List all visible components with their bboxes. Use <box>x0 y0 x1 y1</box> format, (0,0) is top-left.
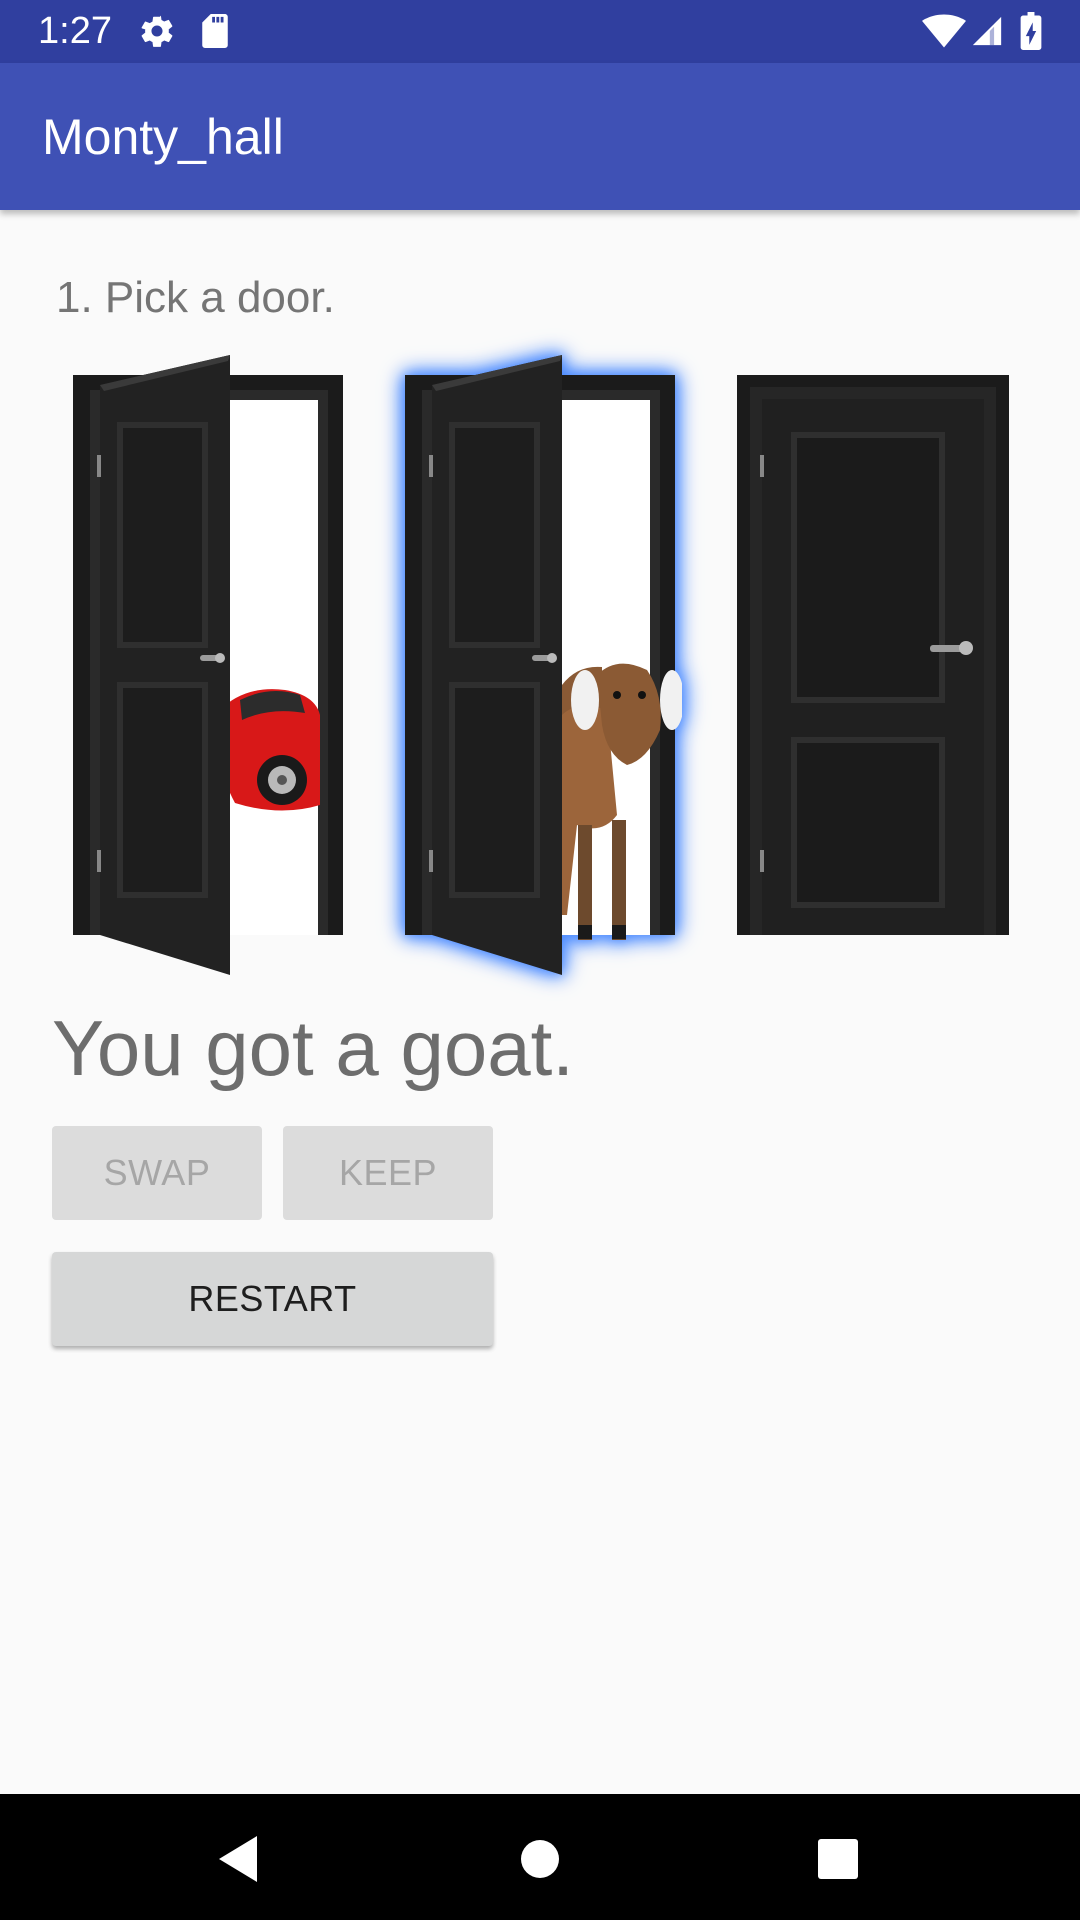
status-time: 1:27 <box>38 10 112 52</box>
app-title: Monty_hall <box>42 109 284 165</box>
door-open-goat-icon <box>405 355 682 975</box>
screen: 1:27 Monty_hall 1. Pick a door. You got … <box>0 0 1080 1920</box>
swap-button[interactable]: SWAP <box>52 1126 262 1220</box>
door-2[interactable] <box>402 355 682 975</box>
door-3[interactable] <box>734 355 1014 975</box>
settings-icon <box>138 12 176 55</box>
door-closed-icon <box>737 375 1009 935</box>
door-1[interactable] <box>70 355 350 975</box>
cell-signal-icon <box>970 14 1004 53</box>
battery-charging-icon <box>1020 12 1042 55</box>
sd-card-icon <box>198 12 232 55</box>
door-open-car-icon <box>73 355 343 975</box>
instruction-text: 1. Pick a door. <box>56 273 335 322</box>
result-text: You got a goat. <box>52 1004 574 1092</box>
restart-button[interactable]: RESTART <box>52 1252 493 1346</box>
home-icon[interactable] <box>505 1824 575 1894</box>
recents-icon[interactable] <box>803 1824 873 1894</box>
status-bar: 1:27 <box>0 0 1080 63</box>
wifi-icon <box>922 14 966 53</box>
back-icon[interactable] <box>205 1824 275 1894</box>
nav-bar <box>0 1794 1080 1920</box>
app-bar: Monty_hall <box>0 63 1080 210</box>
keep-button[interactable]: KEEP <box>283 1126 493 1220</box>
car-icon <box>220 689 320 811</box>
